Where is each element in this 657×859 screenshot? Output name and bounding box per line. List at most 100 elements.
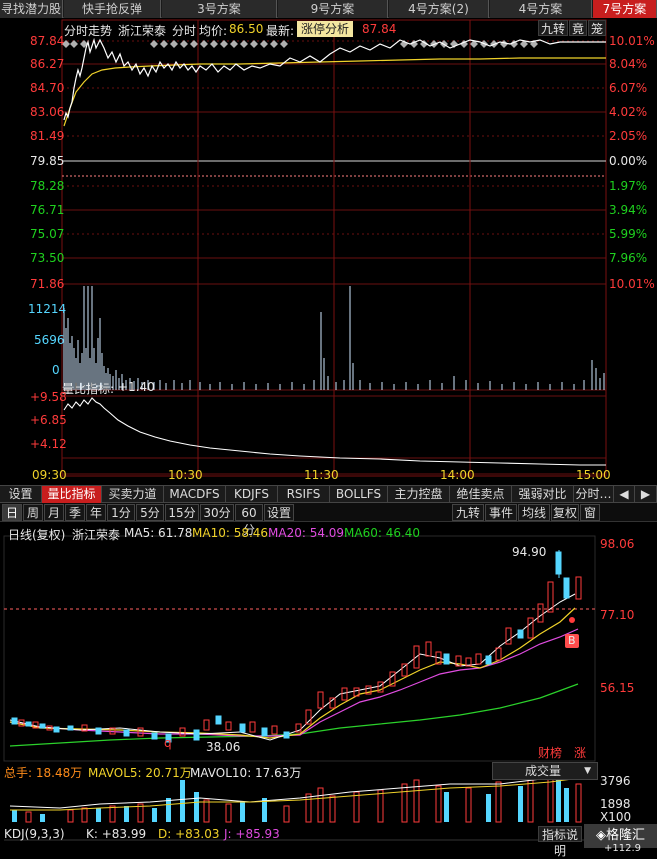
- vol-level-mid: 1898: [600, 797, 631, 811]
- price-level-11: 71.86: [30, 277, 65, 291]
- ma5-readout: MA5: 61.78: [124, 526, 193, 540]
- stock-name: 浙江荣泰: [118, 24, 167, 38]
- period-30min-tab[interactable]: 30分: [200, 504, 234, 521]
- indicator-control-tab[interactable]: 主力控盘: [388, 486, 450, 503]
- daily-title: 日线(复权): [8, 528, 66, 542]
- tab-plan-3[interactable]: 3号方案: [162, 0, 277, 18]
- adjust-toggle[interactable]: 复权: [551, 504, 579, 521]
- period-year-tab[interactable]: 年: [86, 504, 106, 521]
- period-1min-tab[interactable]: 1分: [107, 504, 135, 521]
- time-label-1400: 14:00: [440, 468, 475, 482]
- pct-level-8: 3.94%: [609, 203, 648, 217]
- daily-price-level-3: 56.15: [600, 681, 635, 695]
- period-week-tab[interactable]: 周: [23, 504, 43, 521]
- avg-value: 86.50: [229, 22, 264, 36]
- period-month-tab[interactable]: 月: [44, 504, 64, 521]
- price-level-3: 84.70: [30, 81, 65, 95]
- total-volume-readout: 总手: 18.48万: [4, 766, 83, 780]
- auction-button[interactable]: 竟: [569, 20, 587, 36]
- indicator-buysell-tab[interactable]: 买卖力道: [102, 486, 164, 503]
- volume-select-value: 成交量: [525, 764, 562, 778]
- ma60-readout: MA60: 46.40: [344, 526, 421, 540]
- indicator-tabbar: 设置 量比指标 买卖力道 MACDFS KDJFS RSIFS BOLLFS 主…: [0, 485, 657, 503]
- pct-level-9: 5.99%: [609, 227, 648, 241]
- vol-level-1: 11214: [28, 302, 67, 316]
- scroll-left-icon[interactable]: ◀: [614, 486, 635, 503]
- indicator-more-tab[interactable]: 分时…: [574, 486, 614, 503]
- indicator-sellpoint-tab[interactable]: 绝佳卖点: [450, 486, 512, 503]
- volume-select[interactable]: 成交量 ▼: [492, 762, 598, 780]
- mavol5-readout: MAVOL5: 20.71万: [88, 766, 192, 780]
- period-quarter-tab[interactable]: 季: [65, 504, 85, 521]
- indicator-strength-tab[interactable]: 强弱对比: [512, 486, 574, 503]
- vol-level-top: 3796: [600, 774, 631, 788]
- period-5min-tab[interactable]: 5分: [136, 504, 164, 521]
- ranking-tag[interactable]: 财榜: [538, 744, 562, 761]
- low-price-mark: 38.06: [206, 740, 241, 754]
- vol-level-3: 0: [52, 363, 60, 377]
- tab-potential-stocks[interactable]: 寻找潜力股: [0, 0, 63, 18]
- limit-up-analysis-button[interactable]: 涨停分析: [297, 21, 354, 37]
- indicator-settings-tab[interactable]: 设置: [0, 486, 42, 503]
- pct-level-2: 8.04%: [609, 57, 648, 71]
- pct-level-4: 4.02%: [609, 105, 648, 119]
- indicator-kdjfs-tab[interactable]: KDJFS: [226, 486, 278, 503]
- intraday-chart: [61, 19, 607, 477]
- kdj-d: D: +83.03: [158, 827, 220, 841]
- ma10-readout: MA10: 58.46: [192, 526, 269, 540]
- tab-quick-rebound[interactable]: 快手抢反弹: [64, 0, 161, 18]
- price-level-10: 73.50: [30, 251, 65, 265]
- nine-turn-toggle[interactable]: 九转: [452, 504, 484, 521]
- daily-price-level-2: 77.10: [600, 608, 635, 622]
- indicator-bollfs-tab[interactable]: BOLLFS: [330, 486, 388, 503]
- time-label-1500: 15:00: [576, 468, 611, 482]
- cage-button[interactable]: 笼: [588, 20, 606, 36]
- high-price-mark: 94.90: [512, 545, 547, 559]
- period-settings-tab[interactable]: 设置: [264, 504, 294, 521]
- kline-candles: [11, 550, 582, 743]
- kdj-j: J: +85.93: [224, 827, 280, 841]
- pct-level-10: 7.96%: [609, 251, 648, 265]
- period-15min-tab[interactable]: 15分: [165, 504, 199, 521]
- pct-level-11: 10.01%: [609, 277, 655, 291]
- price-level-5: 81.49: [30, 129, 65, 143]
- indicator-volume-ratio-tab[interactable]: 量比指标: [42, 486, 102, 503]
- tab-plan-4-2[interactable]: 4号方案(2): [389, 0, 489, 18]
- vol-level-2: 5696: [34, 333, 65, 347]
- period-60min-tab[interactable]: 60分: [235, 504, 263, 537]
- kdj-k: K: +83.99: [86, 827, 147, 841]
- latest-label: 最新:: [266, 24, 295, 38]
- tab-plan-7[interactable]: 7号方案: [593, 0, 657, 18]
- vol-unit: X100: [600, 810, 632, 824]
- nine-turn-button[interactable]: 九转: [538, 20, 568, 36]
- ratio-level-1: +9.58: [30, 390, 67, 404]
- workspace-tabbar: 寻找潜力股 快手抢反弹 3号方案 9号方案 4号方案(2) 4号方案 7号方案: [0, 0, 657, 18]
- buy-signal-b[interactable]: B: [568, 634, 576, 647]
- indicator-macdfs-tab[interactable]: MACDFS: [164, 486, 226, 503]
- events-toggle[interactable]: 事件: [485, 504, 517, 521]
- scroll-right-icon[interactable]: ▶: [635, 486, 657, 503]
- price-level-1: 87.84: [30, 34, 65, 48]
- window-toggle[interactable]: 窗: [580, 504, 600, 521]
- logo-icon: ◈: [595, 828, 606, 843]
- ratio-level-3: +4.12: [30, 437, 67, 451]
- pct-level-7: 1.97%: [609, 179, 648, 193]
- ma20-readout: MA20: 54.09: [268, 526, 345, 540]
- price-level-7: 78.28: [30, 179, 65, 193]
- period-day-tab[interactable]: 日: [2, 504, 22, 521]
- pct-level-1: 10.01%: [609, 34, 655, 48]
- tab-plan-9[interactable]: 9号方案: [278, 0, 388, 18]
- ratio-label: 量比指标:: [62, 382, 115, 396]
- limit-up-tag[interactable]: 涨: [574, 744, 586, 761]
- ma-toggle[interactable]: 均线: [518, 504, 550, 521]
- avg-label: 均价:: [199, 24, 228, 38]
- indicator-rsifs-tab[interactable]: RSIFS: [278, 486, 330, 503]
- tab-plan-4[interactable]: 4号方案: [490, 0, 592, 18]
- chevron-down-icon: ▼: [584, 766, 591, 776]
- indicator-help-button[interactable]: 指标说明: [538, 826, 582, 858]
- price-level-4: 83.06: [30, 105, 65, 119]
- intraday-title: 分时走势: [64, 24, 113, 38]
- daily-price-level-1: 98.06: [600, 537, 635, 551]
- pct-level-3: 6.07%: [609, 81, 648, 95]
- q-mark: q: [164, 736, 172, 750]
